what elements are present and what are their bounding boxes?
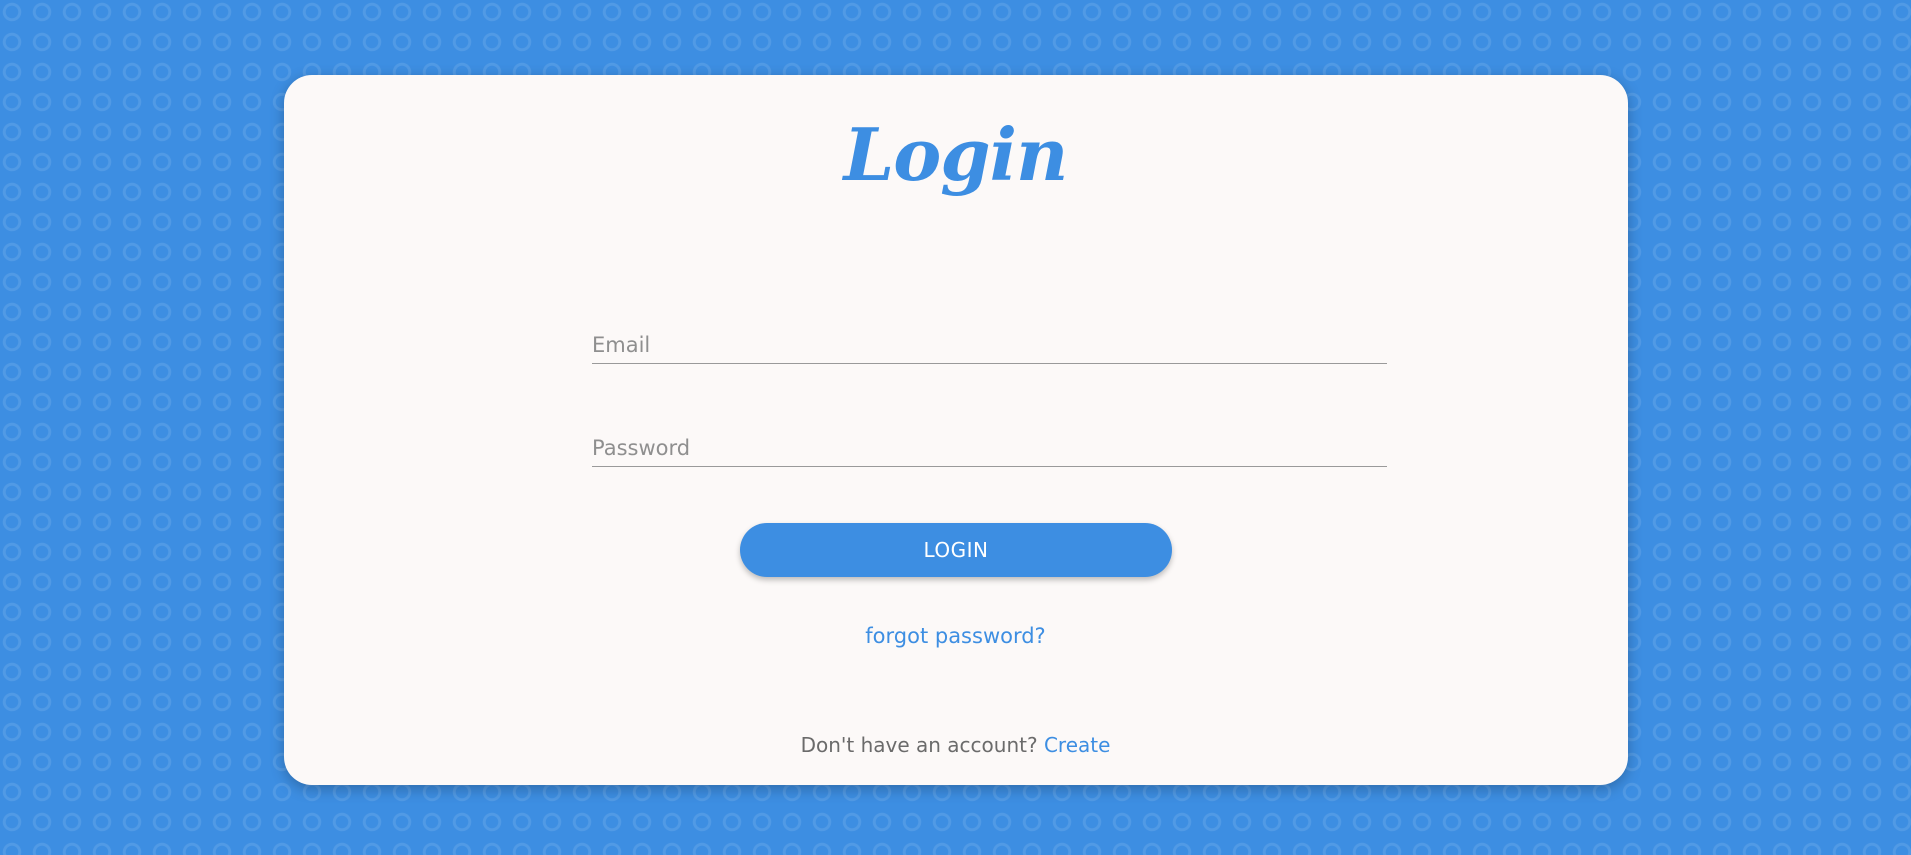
create-account-link[interactable]: Create — [1044, 733, 1110, 757]
password-field[interactable] — [592, 436, 1387, 460]
login-button[interactable]: LOGIN — [740, 523, 1172, 577]
signup-prompt: Don't have an account? — [800, 733, 1044, 757]
forgot-password-row: forgot password? — [0, 624, 1911, 648]
email-field[interactable] — [592, 333, 1387, 357]
page-title: Login — [843, 112, 1069, 197]
password-field-container — [592, 414, 1387, 467]
email-field-container — [592, 311, 1387, 364]
signup-row: Don't have an account? Create — [0, 733, 1911, 757]
forgot-password-link[interactable]: forgot password? — [865, 624, 1045, 648]
